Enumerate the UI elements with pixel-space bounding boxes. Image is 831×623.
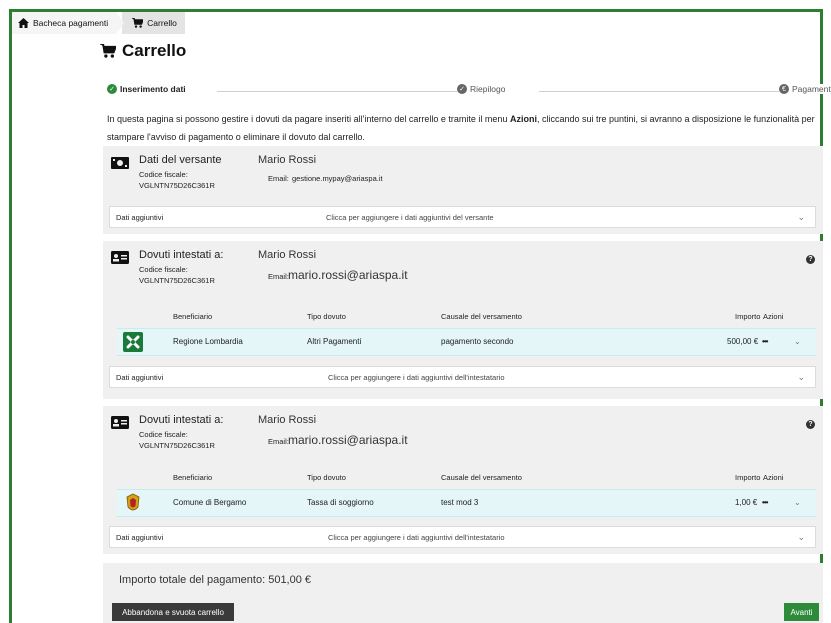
cart-icon xyxy=(132,18,144,28)
comune-bergamo-logo xyxy=(123,493,143,513)
actions-menu-icon[interactable]: ••• xyxy=(762,498,768,507)
chevron-down-icon[interactable]: ⌄ xyxy=(794,498,801,507)
money-icon xyxy=(111,156,129,174)
actions-menu-icon[interactable]: ••• xyxy=(762,337,768,346)
extra-label: Dati aggiuntivi xyxy=(116,533,164,542)
versante-name: Mario Rossi xyxy=(258,154,317,166)
extra-hint: Clicca per aggiungere i dati aggiuntivi … xyxy=(328,533,505,542)
page-title-text: Carrello xyxy=(122,41,187,60)
causale-cell: pagamento secondo xyxy=(441,337,514,346)
home-icon xyxy=(18,18,29,28)
abandon-cart-button[interactable]: Abbandona e svuota carrello xyxy=(112,603,234,621)
stepper-line xyxy=(217,91,457,92)
payment-icon: € xyxy=(779,84,789,94)
cf-label: Codice fiscale: xyxy=(139,265,188,274)
causale-cell: test mod 3 xyxy=(441,498,479,507)
email-label: Email: xyxy=(268,272,289,281)
versante-card: Dati del versante Codice fiscale: VGLNTN… xyxy=(103,146,823,234)
total-amount: Importo totale del pagamento: 501,00 € xyxy=(119,574,312,586)
check-icon: ✓ xyxy=(107,84,117,94)
breadcrumb: Bacheca pagamenti Carrello xyxy=(12,12,185,34)
chevron-down-icon[interactable]: ⌄ xyxy=(794,337,801,346)
breadcrumb-cart-label: Carrello xyxy=(147,18,177,28)
versante-extra-data[interactable]: Dati aggiuntivi Clicca per aggiungere i … xyxy=(109,206,816,228)
cf-value: VGLNTN75D26C361R xyxy=(139,441,215,450)
table-header: Beneficiario Tipo dovuto Causale del ver… xyxy=(173,473,784,482)
extra-label: Dati aggiuntivi xyxy=(116,213,164,222)
check-icon: ✓ xyxy=(457,84,467,94)
email-label: Email: xyxy=(268,174,289,183)
cart-icon xyxy=(100,44,116,58)
dovuti-name: Mario Rossi xyxy=(258,414,317,426)
step-inserimento-dati: ✓ Inserimento dati xyxy=(107,84,190,94)
table-header: Beneficiario Tipo dovuto Causale del ver… xyxy=(173,312,784,321)
id-card-icon xyxy=(111,251,129,269)
cf-value: VGLNTN75D26C361R xyxy=(139,276,215,285)
page-title: Carrello xyxy=(100,41,186,61)
table-row: Comune di Bergamo Tassa di soggiorno tes… xyxy=(117,489,816,517)
dovuti-card: Dovuti intestati a: Codice fiscale: VGLN… xyxy=(103,406,823,554)
chevron-down-icon: ⌄ xyxy=(797,532,805,542)
cf-label: Codice fiscale: xyxy=(139,170,188,179)
next-button[interactable]: Avanti xyxy=(784,603,819,621)
beneficiario-cell: Comune di Bergamo xyxy=(173,498,247,507)
versante-title: Dati del versante xyxy=(139,154,222,166)
chevron-down-icon: ⌄ xyxy=(797,212,805,222)
cf-value: VGLNTN75D26C361R xyxy=(139,181,215,190)
help-icon[interactable]: ? xyxy=(806,255,815,264)
dovuti-extra-data[interactable]: Dati aggiuntivi Clicca per aggiungere i … xyxy=(109,526,816,548)
id-card-icon xyxy=(111,416,129,434)
email-value: gestione.mypay@ariaspa.it xyxy=(292,174,383,183)
regione-lombardia-logo xyxy=(123,332,143,352)
extra-label: Dati aggiuntivi xyxy=(116,373,164,382)
breadcrumb-home-label: Bacheca pagamenti xyxy=(33,18,109,28)
cf-label: Codice fiscale: xyxy=(139,430,188,439)
stepper-line xyxy=(539,91,779,92)
extra-hint: Clicca per aggiungere i dati aggiuntivi … xyxy=(328,373,505,382)
beneficiario-cell: Regione Lombardia xyxy=(173,337,243,346)
dovuti-card: Dovuti intestati a: Codice fiscale: VGLN… xyxy=(103,241,823,399)
tipo-cell: Tassa di soggiorno xyxy=(307,498,374,507)
stepper: ✓ Inserimento dati ✓ Riepilogo € Pagamen… xyxy=(107,84,831,100)
step-riepilogo: ✓ Riepilogo xyxy=(457,84,510,94)
email-label: Email: xyxy=(268,437,289,446)
breadcrumb-cart[interactable]: Carrello xyxy=(122,12,185,34)
table-row: Regione Lombardia Altri Pagamenti pagame… xyxy=(117,328,816,356)
importo-cell: 500,00 € xyxy=(727,337,759,346)
dovuti-name: Mario Rossi xyxy=(258,249,317,261)
tipo-cell: Altri Pagamenti xyxy=(307,337,362,346)
step-pagamento: € Pagamento xyxy=(779,84,831,94)
email-value: mario.rossi@ariaspa.it xyxy=(288,433,408,447)
importo-cell: 1,00 € xyxy=(735,498,758,507)
extra-hint: Clicca per aggiungere i dati aggiuntivi … xyxy=(326,213,494,222)
dovuti-title: Dovuti intestati a: xyxy=(139,249,224,261)
dovuti-title: Dovuti intestati a: xyxy=(139,414,224,426)
dovuti-extra-data[interactable]: Dati aggiuntivi Clicca per aggiungere i … xyxy=(109,366,816,388)
help-icon[interactable]: ? xyxy=(806,420,815,429)
chevron-down-icon: ⌄ xyxy=(797,372,805,382)
page-description: In questa pagina si possono gestire i do… xyxy=(107,114,815,142)
breadcrumb-home[interactable]: Bacheca pagamenti xyxy=(12,12,125,34)
email-value: mario.rossi@ariaspa.it xyxy=(288,268,408,282)
